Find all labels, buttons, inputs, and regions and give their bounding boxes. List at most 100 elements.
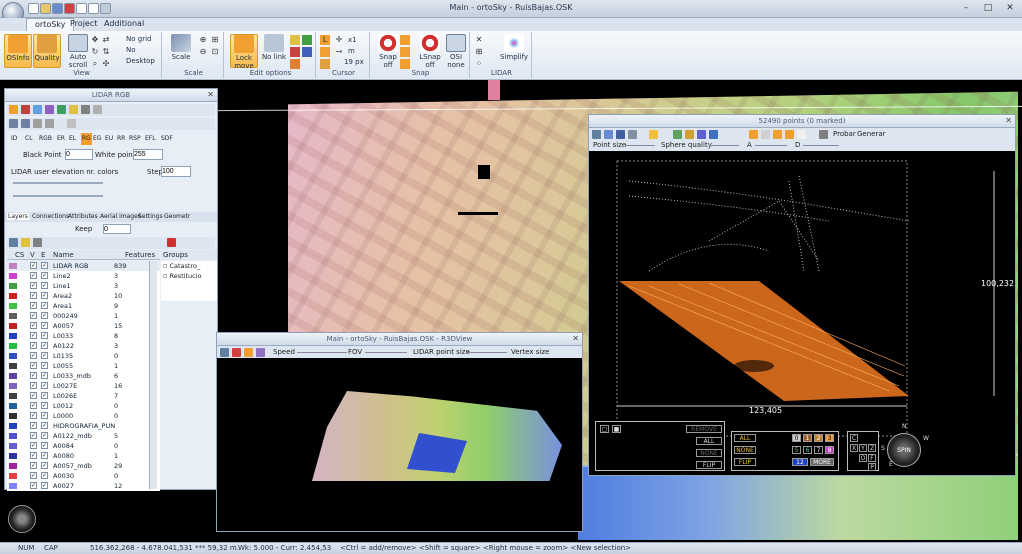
add-layer-icon[interactable] [9,238,18,247]
layer-editable-checkbox[interactable]: ✓ [41,282,48,289]
class-1-btn[interactable]: 1 [803,434,812,442]
pan-icon[interactable]: ⇅ [101,47,111,57]
mode-el[interactable]: EL [69,133,76,145]
layer-row[interactable]: ✓ ✓ A0080 1 [7,451,160,461]
layer-visible-checkbox[interactable]: ✓ [30,272,37,279]
lidar-points-icon[interactable]: ⁘ [474,59,484,69]
axis-y-btn[interactable]: Y [859,444,867,452]
simplify-button[interactable]: Simplify [498,34,530,68]
axis-f-btn[interactable]: F [868,454,876,462]
layer-editable-checkbox[interactable]: ✓ [41,382,48,389]
layer-visible-checkbox[interactable]: ✓ [30,442,37,449]
layer-visible-checkbox[interactable]: ✓ [30,412,37,419]
layer-row[interactable]: ✓ ✓ A0030 0 [7,471,160,481]
layer-editable-checkbox[interactable]: ✓ [41,352,48,359]
minimize-icon[interactable]: – [955,1,977,15]
layer-editable-checkbox[interactable]: ✓ [41,332,48,339]
layer-row[interactable]: ✓ ✓ A0084 0 [7,441,160,451]
mode-er[interactable]: ER [57,133,65,145]
zoom-window-icon[interactable]: ⊞ [210,35,220,45]
layer-editable-checkbox[interactable]: ✓ [41,482,48,489]
axis-x-btn[interactable]: X [850,444,858,452]
rotate-icon[interactable]: ↻ [90,47,100,57]
layer-row[interactable]: ✓ ✓ A0027 12 [7,481,160,491]
class-all-btn[interactable]: ALL [734,434,756,442]
layer-visible-checkbox[interactable]: ✓ [30,402,37,409]
axis-z-btn[interactable]: Z [868,444,876,452]
generar-button[interactable]: Generar [857,130,886,138]
layer-row[interactable]: ✓ ✓ Line2 3 [7,271,160,281]
lidar-point-size-slider[interactable] [467,352,507,353]
pc-eye-icon[interactable] [697,130,706,139]
layer-editable-checkbox[interactable]: ✓ [41,442,48,449]
layer-editable-checkbox[interactable]: ✓ [41,422,48,429]
navigation-compass-icon[interactable] [8,505,36,533]
axis-o-btn[interactable]: O [859,454,867,462]
pc-close-icon[interactable]: ✕ [1005,115,1012,127]
mode-eg[interactable]: EG [93,133,101,145]
layer-row[interactable]: ✓ ✓ L0055 1 [7,361,160,371]
layer-row[interactable]: ✓ ✓ A0122_mdb 5 [7,431,160,441]
layer-row[interactable]: ✓ ✓ A0122 3 [7,341,160,351]
pc-export-icon[interactable] [628,130,637,139]
snap-perp-icon[interactable] [400,59,410,69]
tab-geometry[interactable]: Geometr [164,213,190,220]
layer-visible-checkbox[interactable]: ✓ [30,382,37,389]
layer-editable-checkbox[interactable]: ✓ [41,432,48,439]
class-2-btn[interactable]: 2 [814,434,823,442]
hand-icon[interactable]: ✥ [90,35,100,45]
select-tool-icon[interactable] [9,105,18,114]
pad-remove-btn[interactable]: REMOVE [686,425,722,433]
lock-move-button[interactable]: Lock move [230,34,258,70]
filter-tool-icon[interactable] [69,105,78,114]
export-tool-icon[interactable] [93,105,102,114]
pc-select-icon[interactable] [749,130,758,139]
class-6-btn[interactable]: 6 [803,446,812,454]
arrows-icon[interactable]: ⇄ [101,35,111,45]
group-item[interactable]: ▫ Restitucio [163,272,201,280]
mode-efl[interactable]: EFL [145,133,156,145]
layer-editable-checkbox[interactable]: ✓ [41,452,48,459]
cursor-x1[interactable]: x1 [348,36,357,44]
pad-none-btn[interactable]: NONE [696,449,722,457]
layer-editable-checkbox[interactable]: ✓ [41,312,48,319]
mode-sdf[interactable]: SDF [161,133,173,145]
tab-attributes[interactable]: Attributes [68,213,98,220]
layer-visible-checkbox[interactable]: ✓ [30,292,37,299]
zoom-all-icon[interactable]: ⊡ [210,47,220,57]
tools-icon[interactable] [290,59,300,69]
mode-eu[interactable]: EU [105,133,113,145]
pc-brush-icon[interactable] [761,130,770,139]
cursor-px[interactable]: 19 px [344,58,364,66]
point-size-slider-pc[interactable] [625,145,655,146]
pc-stop-icon[interactable] [819,130,828,139]
maximize-icon[interactable]: □ [977,1,999,15]
view-top-icon[interactable] [9,119,18,128]
layer-visible-checkbox[interactable]: ✓ [30,342,37,349]
pc-z-icon[interactable] [685,130,694,139]
mode-rgb[interactable]: RGB [39,133,52,145]
add-group-icon[interactable] [167,238,176,247]
layer-visible-checkbox[interactable]: ✓ [30,282,37,289]
osi-none-button[interactable]: OSI none [442,34,470,69]
edit-layer-icon[interactable] [21,238,30,247]
view-3d-icon[interactable] [45,119,54,128]
tab-connections[interactable]: Connections [32,213,69,220]
pc-light-icon[interactable] [649,130,658,139]
no-select[interactable]: No [126,46,136,54]
mode-cl[interactable]: CL [25,133,33,145]
delete-icon[interactable] [290,47,300,57]
pc-box-icon[interactable] [773,130,782,139]
layer-editable-checkbox[interactable]: ✓ [41,392,48,399]
pc-save2-icon[interactable] [616,130,625,139]
r3d-record-icon[interactable] [232,348,241,357]
layer-editable-checkbox[interactable]: ✓ [41,342,48,349]
zoom-in-icon[interactable]: ⊕ [198,35,208,45]
pc-save-icon[interactable] [604,130,613,139]
layer-row[interactable]: ✓ ✓ Line1 3 [7,281,160,291]
class-5-btn[interactable]: 5 [792,446,801,454]
d-slider[interactable] [803,145,839,146]
step-input[interactable] [161,166,191,177]
class-8-btn[interactable]: 8 [825,446,834,454]
snap-mid-icon[interactable] [400,47,410,57]
